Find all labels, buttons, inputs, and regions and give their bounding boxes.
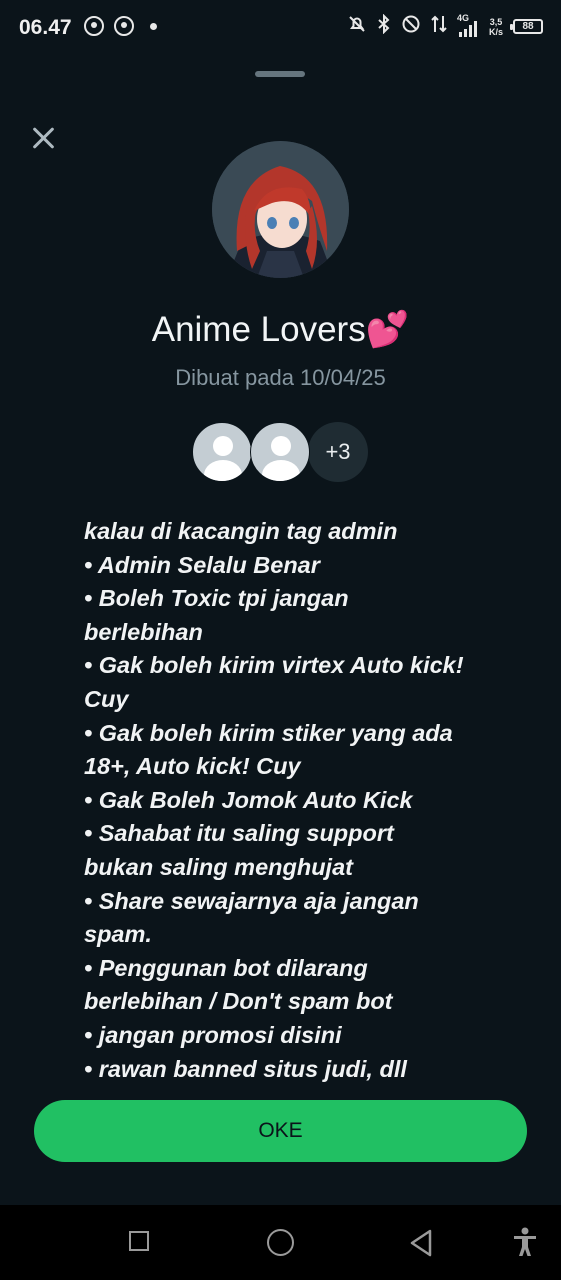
status-system-icons: 4G 3,5 K/s 88 — [347, 13, 543, 39]
do-not-disturb-icon — [401, 14, 421, 39]
data-transfer-icon — [431, 14, 447, 39]
close-icon[interactable] — [30, 124, 58, 152]
description-line: • Penggunan bot dilarang — [84, 954, 368, 981]
whatsapp-icon — [84, 16, 104, 36]
description-line: berlebihan — [84, 618, 203, 645]
network-speed: 3,5 K/s — [489, 17, 503, 37]
signal-icon: 4G — [457, 13, 479, 37]
triangle-back-icon[interactable] — [409, 1229, 433, 1262]
member-avatars[interactable]: +3 — [192, 422, 368, 482]
description-line: kalau di kacangin tag admin — [84, 518, 398, 544]
battery-icon: 88 — [510, 19, 543, 34]
more-notifications-dot-icon — [150, 22, 157, 30]
group-description: kalau di kacangin tag admin • Admin Selal… — [84, 515, 484, 1087]
description-line: • Share sewajarnya aja jangan — [84, 887, 419, 914]
speed-value: 3,5 — [489, 16, 503, 27]
member-avatar[interactable] — [192, 422, 252, 482]
description-line: • Boleh Toxic tpi jangan — [84, 585, 349, 612]
description-line: • Gak boleh kirim virtex Auto kick! — [84, 652, 464, 679]
group-avatar[interactable] — [212, 141, 349, 278]
status-notification-icons — [84, 16, 157, 36]
description-line: • Gak Boleh Jomok Auto Kick — [84, 786, 413, 813]
description-line: bukan saling menghujat — [84, 853, 353, 880]
circle-icon[interactable] — [267, 1229, 294, 1256]
square-icon[interactable] — [129, 1231, 149, 1251]
status-bar: 06.47 4G 3,5 K/s 88 — [0, 0, 561, 56]
more-members-badge[interactable]: +3 — [308, 422, 368, 482]
status-time: 06.47 — [19, 16, 72, 39]
whatsapp-business-icon — [114, 16, 134, 36]
ok-button[interactable]: OKE — [34, 1100, 527, 1162]
group-created-date: Dibuat pada 10/04/25 — [175, 365, 386, 390]
description-line: berlebihan / Don't spam bot — [84, 988, 393, 1015]
description-line: • rawan banned situs judi, dll — [84, 1055, 407, 1082]
group-name: Anime Lovers💕 — [151, 310, 410, 349]
description-line: 18+, Auto kick! Cuy — [84, 753, 301, 780]
description-line: Cuy — [84, 685, 129, 712]
sheet-drag-handle[interactable] — [255, 71, 305, 77]
description-line: • Admin Selalu Benar — [84, 551, 320, 578]
description-line: spam. — [84, 921, 152, 948]
speed-unit: K/s — [488, 26, 503, 37]
description-line: • jangan promosi disini — [84, 1021, 342, 1048]
description-line: • Gak boleh kirim stiker yang ada — [84, 719, 453, 746]
description-line: • Sahabat itu saling support — [84, 820, 394, 847]
notification-muted-icon — [347, 14, 367, 39]
member-avatar[interactable] — [250, 422, 310, 482]
bluetooth-icon — [377, 13, 391, 39]
accessibility-icon[interactable] — [512, 1227, 538, 1262]
system-navigation-bar — [0, 1205, 561, 1280]
